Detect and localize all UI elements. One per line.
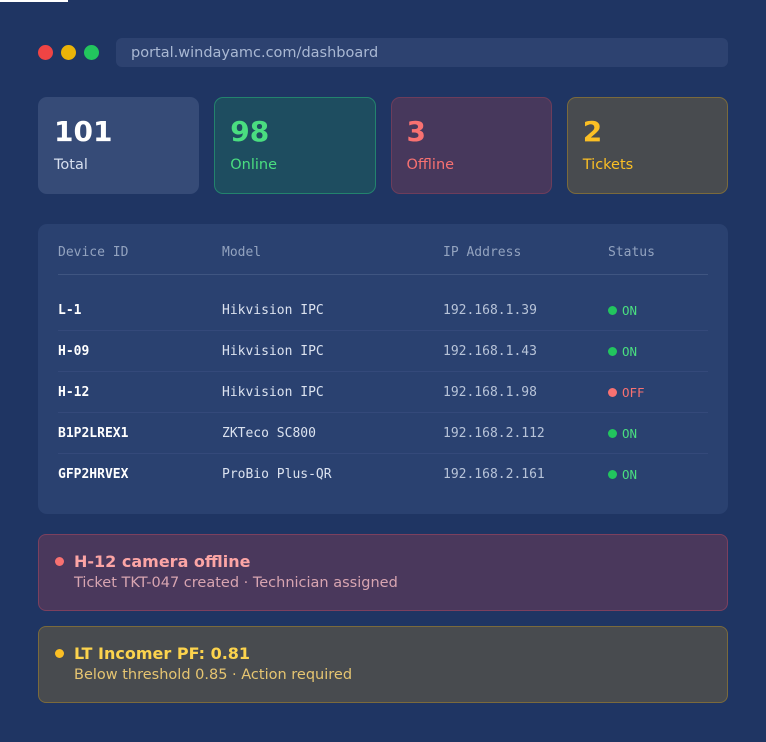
status-off-dot-icon — [608, 387, 617, 397]
column-header-status[interactable]: Status — [608, 245, 708, 260]
window-controls — [38, 45, 99, 60]
stat-label: Offline — [406, 157, 455, 173]
stat-card-tickets[interactable]: 2 Tickets — [566, 97, 728, 194]
status-text: ON — [622, 302, 638, 318]
stat-card-online[interactable]: 98 Online — [214, 97, 376, 194]
cell-model: Hikvision IPC — [222, 302, 324, 318]
stat-label: Tickets — [582, 157, 634, 173]
stat-value: 3 — [406, 115, 426, 148]
table-row[interactable]: B1P2LREX1 ZKTeco SC800 192.168.2.112 ON — [58, 413, 708, 454]
alert-dot-icon — [55, 557, 64, 566]
status-text: ON — [622, 425, 638, 441]
minimize-window-dot[interactable] — [61, 45, 76, 60]
status-badge: OFF — [608, 385, 708, 400]
cell-ip-address: 192.168.2.161 — [443, 467, 545, 482]
address-bar[interactable]: portal.windayamc.com/dashboard — [116, 38, 728, 67]
status-on-dot-icon — [608, 346, 617, 356]
status-badge: ON — [608, 426, 708, 441]
corner-mark — [0, 0, 68, 2]
cell-device-id: B1P2LREX1 — [58, 425, 129, 441]
status-badge: ON — [608, 303, 708, 318]
cell-model: Hikvision IPC — [222, 343, 324, 359]
cell-model: ProBio Plus-QR — [222, 467, 332, 482]
cell-ip-address: 192.168.1.98 — [443, 384, 537, 400]
column-header-model[interactable]: Model — [222, 245, 443, 260]
alert-dot-icon — [55, 649, 64, 658]
stat-label: Total — [54, 157, 88, 173]
stat-label: Online — [230, 157, 278, 173]
status-text: ON — [622, 343, 638, 359]
stat-value: 98 — [230, 115, 270, 148]
cell-device-id: L-1 — [58, 302, 82, 318]
status-badge: ON — [608, 344, 708, 359]
alert-title: H-12 camera offline — [74, 552, 251, 571]
cell-device-id: H-09 — [58, 343, 90, 359]
alert-detail: Ticket TKT-047 created · Technician assi… — [74, 575, 398, 591]
device-table: Device ID Model IP Address Status L-1 Hi… — [38, 224, 728, 514]
cell-model: ZKTeco SC800 — [222, 425, 316, 441]
stat-card-offline[interactable]: 3 Offline — [390, 97, 552, 194]
alert-power-factor[interactable]: LT Incomer PF: 0.81 Below threshold 0.85… — [38, 626, 728, 703]
close-window-dot[interactable] — [38, 45, 53, 60]
status-on-dot-icon — [608, 428, 617, 438]
stat-card-total[interactable]: 101 Total — [38, 97, 200, 194]
table-row[interactable]: H-12 Hikvision IPC 192.168.1.98 OFF — [58, 372, 708, 413]
table-row[interactable]: GFP2HRVEX ProBio Plus-QR 192.168.2.161 O… — [58, 454, 708, 495]
cell-ip-address: 192.168.1.39 — [443, 302, 537, 318]
browser-chrome: portal.windayamc.com/dashboard — [38, 38, 728, 67]
alert-camera-offline[interactable]: H-12 camera offline Ticket TKT-047 creat… — [38, 534, 728, 611]
status-on-dot-icon — [608, 305, 617, 315]
column-header-device-id[interactable]: Device ID — [58, 245, 222, 260]
table-row[interactable]: H-09 Hikvision IPC 192.168.1.43 ON — [58, 331, 708, 372]
status-text: ON — [622, 467, 638, 482]
stat-value: 101 — [54, 115, 113, 148]
alert-title: LT Incomer PF: 0.81 — [74, 644, 251, 663]
column-header-ip-address[interactable]: IP Address — [443, 245, 608, 260]
status-text: OFF — [622, 384, 645, 400]
table-body: L-1 Hikvision IPC 192.168.1.39 ON H-09 H… — [58, 290, 708, 495]
stat-value: 2 — [582, 115, 603, 148]
cell-ip-address: 192.168.2.112 — [443, 425, 545, 441]
stats-row: 101 Total 98 Online 3 Offline 2 Tickets — [38, 97, 728, 194]
status-on-dot-icon — [608, 470, 617, 479]
cell-device-id: H-12 — [58, 384, 90, 400]
table-row[interactable]: L-1 Hikvision IPC 192.168.1.39 ON — [58, 290, 708, 331]
maximize-window-dot[interactable] — [84, 45, 99, 60]
table-header: Device ID Model IP Address Status — [58, 224, 708, 275]
alert-detail: Below threshold 0.85 · Action required — [74, 667, 353, 683]
status-badge: ON — [608, 467, 708, 482]
cell-model: Hikvision IPC — [222, 384, 324, 400]
cell-device-id: GFP2HRVEX — [58, 467, 129, 482]
cell-ip-address: 192.168.1.43 — [443, 343, 537, 359]
